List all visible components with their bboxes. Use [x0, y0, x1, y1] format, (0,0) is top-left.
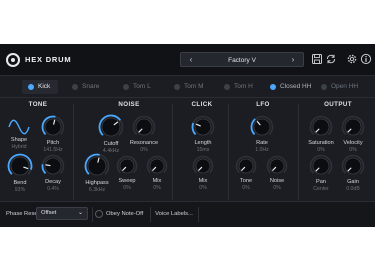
cutoff-knob[interactable] [98, 114, 124, 140]
pan-knob[interactable] [309, 154, 333, 178]
tab-label: Open HH [331, 83, 359, 90]
lfo-noise-knob[interactable] [266, 155, 288, 177]
tab-indicator-icon [28, 84, 34, 90]
noise-mix-value: 0% [153, 185, 161, 191]
click-mix-label: Mix [198, 178, 208, 184]
tab-indicator-icon [321, 84, 327, 90]
plugin-footer: Phase Reset Offset ⌄ Obey Note-Off Voice… [0, 201, 375, 227]
preset-next-button[interactable]: › [286, 54, 300, 66]
lfo-noise-value: 0% [273, 185, 281, 191]
tab-open-hh[interactable]: Open HH [321, 80, 358, 94]
section-title-output: OUTPUT [324, 101, 352, 108]
highpass-knob[interactable] [84, 153, 110, 179]
tab-tom-m[interactable]: Tom M [174, 80, 204, 94]
tab-label: Tom H [234, 83, 253, 90]
decay-knob[interactable] [41, 154, 65, 178]
velocity-value: 0% [349, 147, 357, 153]
gain-label: Gain [347, 179, 359, 185]
length-label: Length [194, 140, 212, 146]
gain-knob[interactable] [341, 154, 365, 178]
lfo-tone-knob[interactable] [235, 155, 257, 177]
sine-wave-icon[interactable] [8, 119, 30, 135]
preset-selector[interactable]: ‹ Factory V › [180, 52, 304, 67]
info-icon[interactable] [360, 53, 372, 65]
tab-closed-hh[interactable]: Closed HH [270, 80, 311, 94]
tab-label: Snare [82, 83, 100, 90]
tab-tom-h[interactable]: Tom H [224, 80, 253, 94]
tab-tom-l[interactable]: Tom L [123, 80, 151, 94]
length-value: 15ms [196, 147, 210, 153]
tab-label: Tom L [133, 83, 151, 90]
drum-synth-plugin: HEX DRUM ‹ Factory V › Kick Snare Tom L … [0, 44, 375, 227]
phase-reset-value: Offset [41, 210, 57, 216]
phase-reset-label: Phase Reset [6, 211, 40, 217]
preset-prev-button[interactable]: ‹ [184, 54, 198, 66]
resonance-value: 0% [140, 147, 148, 153]
tab-label: Kick [38, 83, 51, 90]
section-title-tone: TONE [28, 101, 48, 108]
section-title-noise: NOISE [118, 101, 140, 108]
resonance-knob[interactable] [132, 115, 156, 139]
refresh-icon[interactable] [325, 53, 337, 65]
plugin-header: HEX DRUM ‹ Factory V › [0, 44, 375, 76]
footer-divider [92, 207, 93, 222]
rate-label: Rate [256, 140, 268, 146]
logo-icon [6, 53, 20, 67]
sweep-knob[interactable] [116, 155, 138, 177]
voice-tabs: Kick Snare Tom L Tom M Tom H Closed HH O… [0, 76, 375, 98]
tab-snare[interactable]: Snare [72, 80, 99, 94]
lfo-noise-label: Noise [269, 178, 285, 184]
plugin-title: HEX DRUM [25, 55, 72, 64]
pitch-value: 141.5Hz [43, 147, 63, 153]
decay-value: 0.4% [47, 186, 59, 192]
tab-label: Tom M [184, 83, 204, 90]
noise-mix-label: Mix [152, 178, 162, 184]
tab-kick[interactable]: Kick [22, 80, 59, 94]
footer-divider [150, 207, 151, 222]
gain-value: 0.0dB [346, 186, 360, 192]
rate-knob[interactable] [250, 115, 274, 139]
voice-labels-button[interactable]: Voice Labels... [152, 207, 196, 221]
tab-indicator-icon [270, 84, 276, 90]
settings-icon[interactable] [346, 53, 358, 65]
preset-name[interactable]: Factory V [201, 55, 283, 66]
obey-note-off-toggle[interactable] [95, 210, 103, 218]
click-mix-value: 0% [199, 185, 207, 191]
tab-indicator-icon [224, 84, 230, 90]
chevron-down-icon: ⌄ [77, 210, 83, 216]
tab-indicator-icon [72, 84, 78, 90]
obey-note-off-label: Obey Note-Off [106, 211, 144, 217]
tab-indicator-icon [123, 84, 129, 90]
section-title-lfo: LFO [256, 101, 270, 108]
resonance-label: Resonance [129, 140, 159, 146]
decay-label: Decay [45, 179, 61, 185]
tab-label: Closed HH [280, 83, 312, 90]
pitch-label: Pitch [46, 140, 60, 146]
save-icon[interactable] [311, 53, 323, 65]
phase-reset-select[interactable]: Offset ⌄ [36, 207, 88, 220]
velocity-label: Velocity [343, 140, 363, 146]
bend-knob[interactable] [7, 153, 33, 179]
click-mix-knob[interactable] [192, 155, 214, 177]
section-title-click: CLICK [191, 101, 213, 108]
saturation-knob[interactable] [309, 115, 333, 139]
tab-indicator-icon [174, 84, 180, 90]
noise-mix-knob[interactable] [146, 155, 168, 177]
footer-divider [198, 207, 199, 222]
rate-value: 1.0Hz [255, 147, 269, 153]
pitch-knob[interactable] [41, 115, 65, 139]
length-knob[interactable] [191, 115, 215, 139]
velocity-knob[interactable] [341, 115, 365, 139]
